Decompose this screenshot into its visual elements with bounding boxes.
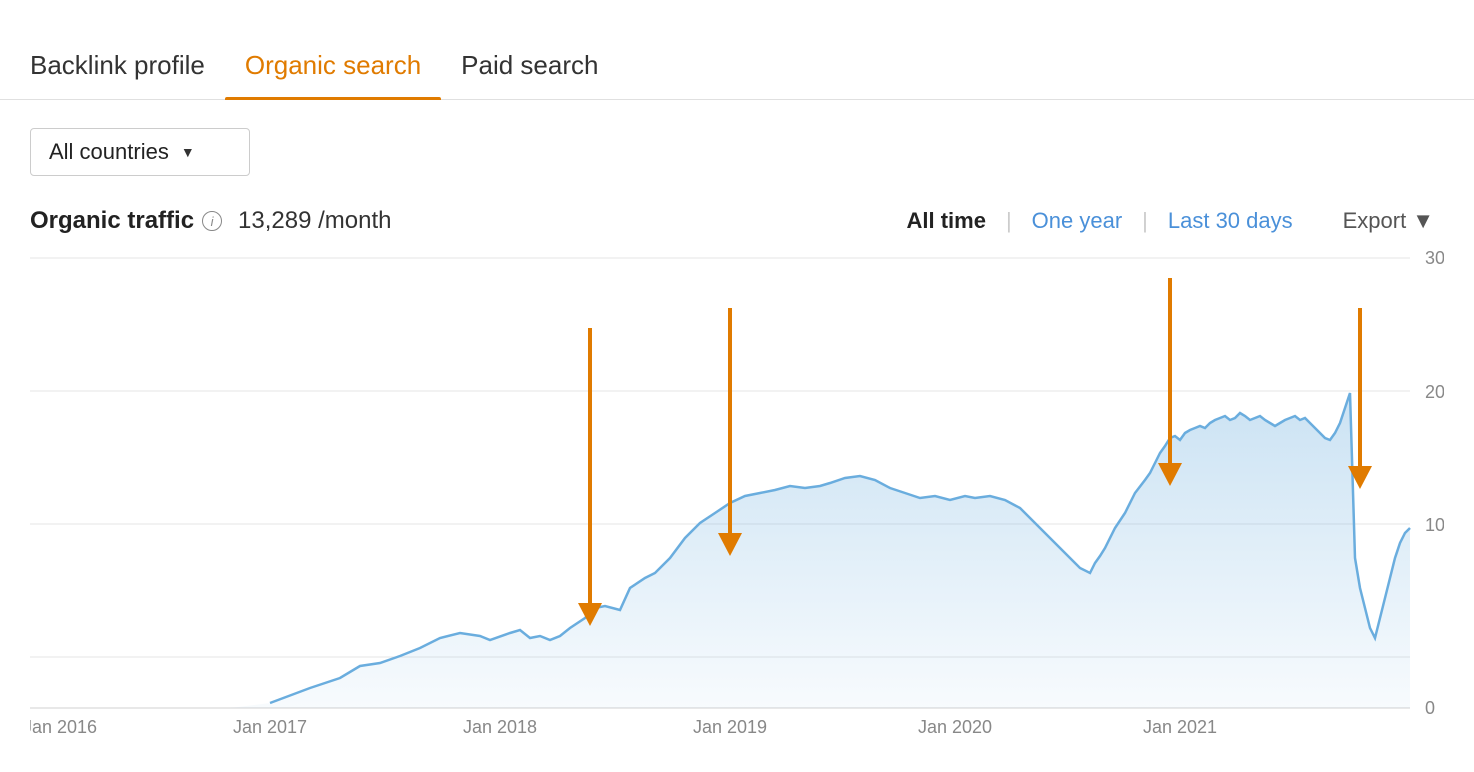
country-label: All countries — [49, 139, 169, 165]
svg-text:Jan 2020: Jan 2020 — [918, 717, 992, 737]
svg-text:Jan 2017: Jan 2017 — [233, 717, 307, 737]
svg-text:Jan 2019: Jan 2019 — [693, 717, 767, 737]
tabs-bar: Backlink profile Organic search Paid sea… — [0, 0, 1474, 100]
svg-text:30K: 30K — [1425, 248, 1444, 268]
info-icon[interactable]: i — [202, 211, 222, 231]
chevron-down-icon: ▼ — [1412, 208, 1434, 234]
svg-text:10K: 10K — [1425, 515, 1444, 535]
chart-area: Jan 2016 Jan 2017 Jan 2018 Jan 2019 Jan … — [30, 248, 1444, 738]
svg-text:Jan 2016: Jan 2016 — [30, 717, 97, 737]
time-last-30-days[interactable]: Last 30 days — [1148, 204, 1313, 238]
chevron-down-icon: ▼ — [181, 144, 195, 160]
svg-text:Jan 2018: Jan 2018 — [463, 717, 537, 737]
traffic-label: Organic traffic i — [30, 207, 222, 235]
time-one-year[interactable]: One year — [1012, 204, 1143, 238]
traffic-header: Organic traffic i 13,289 /month All time… — [0, 186, 1474, 248]
svg-text:0: 0 — [1425, 698, 1435, 718]
country-dropdown[interactable]: All countries ▼ — [30, 128, 250, 176]
tab-organic-search[interactable]: Organic search — [225, 50, 441, 99]
time-all-time[interactable]: All time — [886, 204, 1005, 238]
tab-paid-search[interactable]: Paid search — [441, 50, 618, 99]
svg-text:20K: 20K — [1425, 382, 1444, 402]
chart-svg: Jan 2016 Jan 2017 Jan 2018 Jan 2019 Jan … — [30, 248, 1444, 738]
svg-text:Jan 2021: Jan 2021 — [1143, 717, 1217, 737]
controls-row: All countries ▼ — [0, 100, 1474, 186]
time-controls: All time | One year | Last 30 days Expor… — [886, 204, 1444, 238]
traffic-value: 13,289 /month — [238, 207, 391, 235]
tab-backlink-profile[interactable]: Backlink profile — [30, 50, 225, 99]
export-button[interactable]: Export ▼ — [1333, 204, 1444, 238]
